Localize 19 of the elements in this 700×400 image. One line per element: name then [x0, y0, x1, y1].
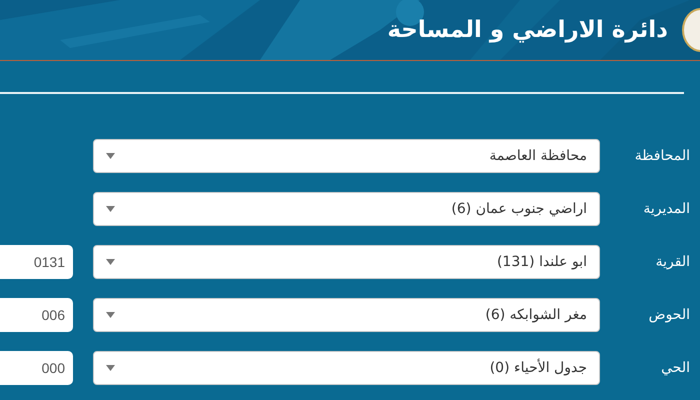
- code-field[interactable]: 000: [0, 351, 73, 385]
- field-label: المحافظة: [634, 148, 691, 164]
- field-label: المديرية: [642, 201, 691, 217]
- dropdown[interactable]: مغر الشوابكه (6): [93, 298, 600, 332]
- dropdown[interactable]: محافظة العاصمة: [93, 139, 600, 173]
- caret-icon: [106, 153, 115, 159]
- dropdown[interactable]: اراضي جنوب عمان (6): [93, 192, 600, 226]
- code-field[interactable]: 0131: [0, 245, 73, 279]
- field-label: القرية: [654, 254, 691, 270]
- caret-icon: [106, 259, 115, 265]
- caret-icon: [106, 365, 115, 371]
- dropdown[interactable]: جدول الأحياء (0): [93, 351, 600, 385]
- caret-icon: [106, 312, 115, 318]
- dropdown[interactable]: ابو علندا (131): [93, 245, 600, 279]
- code-field[interactable]: 006: [0, 298, 73, 332]
- field-label: الحي: [660, 360, 691, 376]
- caret-icon: [106, 206, 115, 212]
- site-title: دائرة الاراضي و المساحة: [387, 17, 668, 43]
- field-label: الحوض: [648, 307, 691, 323]
